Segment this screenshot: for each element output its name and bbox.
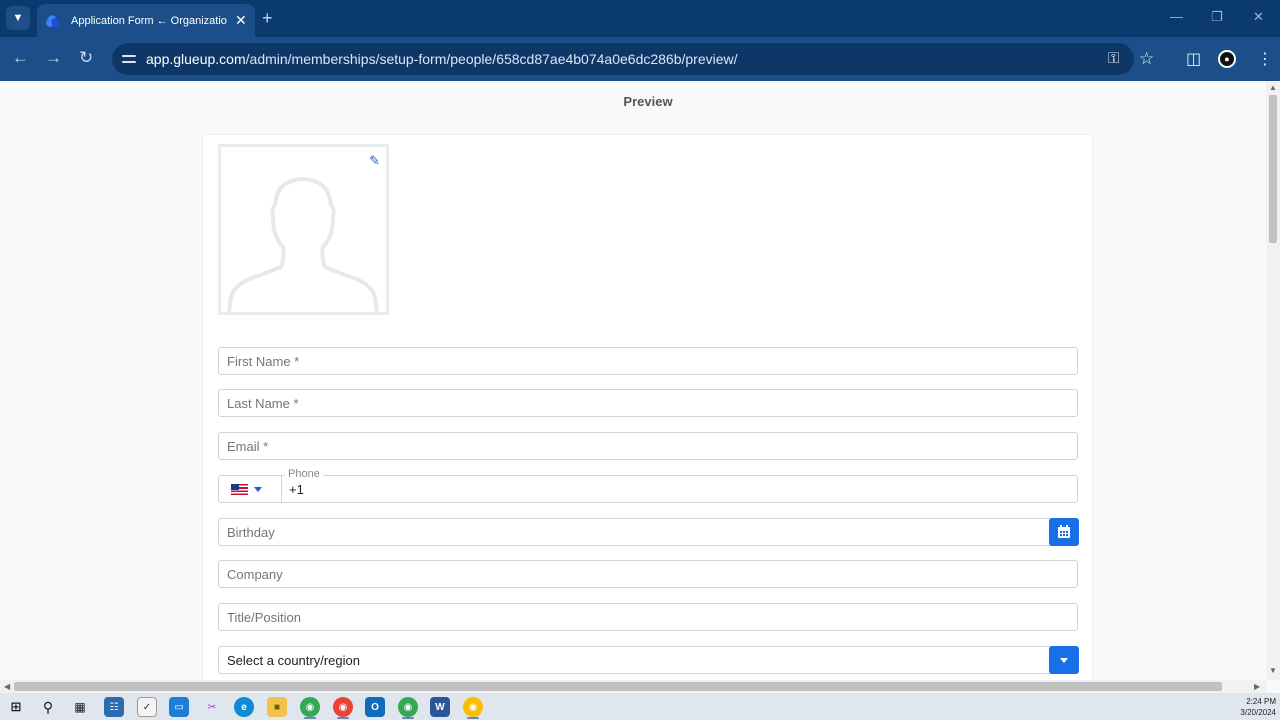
vertical-scroll-thumb[interactable] bbox=[1269, 95, 1277, 243]
glueup-favicon-icon bbox=[44, 13, 61, 29]
vertical-scrollbar[interactable]: ▲ ▼ bbox=[1266, 81, 1280, 680]
phone-input[interactable]: Phone +1 bbox=[218, 468, 1078, 503]
word-icon[interactable]: W bbox=[430, 697, 450, 717]
caret-down-icon bbox=[254, 486, 262, 492]
key-icon[interactable]: ⚿ bbox=[1108, 50, 1119, 67]
more-vertical-icon[interactable]: ⋮ bbox=[1257, 49, 1273, 69]
birthday-calendar-button[interactable] bbox=[1049, 518, 1079, 546]
phone-label: Phone bbox=[285, 468, 323, 480]
first-name-input[interactable]: First Name * bbox=[218, 347, 1078, 375]
caret-down-icon bbox=[1060, 657, 1068, 663]
scroll-down-icon[interactable]: ▼ bbox=[1269, 666, 1277, 675]
clock-time: 2:24 PM bbox=[1246, 697, 1276, 706]
calendar-icon bbox=[1058, 525, 1070, 538]
us-flag-icon bbox=[231, 483, 248, 495]
task-view-icon[interactable]: ▦ bbox=[70, 697, 90, 717]
country-dropdown-button[interactable] bbox=[1049, 646, 1079, 674]
country-region-value: Select a country/region bbox=[227, 653, 360, 668]
chrome-profile-icon[interactable]: ◉ bbox=[463, 697, 483, 717]
last-name-input[interactable]: Last Name * bbox=[218, 389, 1078, 417]
chrome-icon[interactable]: ◉ bbox=[333, 697, 353, 717]
close-icon[interactable]: ✕ bbox=[235, 12, 247, 29]
last-name-placeholder: Last Name * bbox=[227, 396, 299, 411]
title-position-input[interactable]: Title/Position bbox=[218, 603, 1078, 631]
arrow-right-icon[interactable]: → bbox=[45, 48, 62, 68]
company-placeholder: Company bbox=[227, 567, 283, 582]
side-panel-icon[interactable]: ◫ bbox=[1186, 49, 1201, 69]
horizontal-scroll-thumb[interactable] bbox=[14, 682, 1222, 691]
arrow-left-icon[interactable]: ← bbox=[12, 48, 29, 68]
minimize-icon[interactable]: — bbox=[1170, 9, 1183, 24]
running-indicator bbox=[337, 717, 349, 719]
scroll-up-icon[interactable]: ▲ bbox=[1269, 83, 1277, 92]
file-explorer-icon[interactable]: ■ bbox=[267, 697, 287, 717]
plus-icon[interactable]: + bbox=[262, 8, 273, 29]
calculator-icon[interactable]: ☷ bbox=[104, 697, 124, 717]
phone-value: +1 bbox=[289, 482, 304, 497]
address-bar[interactable]: app.glueup.com/admin/memberships/setup-f… bbox=[112, 43, 1154, 75]
chrome-profile-icon[interactable]: ◉ bbox=[398, 697, 418, 717]
birthday-input[interactable]: Birthday bbox=[218, 518, 1079, 546]
page-title: Preview bbox=[623, 94, 673, 109]
browser-tab-bar: ▼ Application Form ← Organization Settin… bbox=[0, 0, 1280, 37]
running-indicator bbox=[467, 717, 479, 719]
country-region-select[interactable]: Select a country/region bbox=[218, 646, 1079, 674]
browser-toolbar: ← → ↻ app.glueup.com/admin/memberships/s… bbox=[0, 37, 1280, 81]
company-input[interactable]: Company bbox=[218, 560, 1078, 588]
running-indicator bbox=[402, 717, 414, 719]
chevron-down-icon: ▼ bbox=[12, 12, 24, 24]
url-text: app.glueup.com/admin/memberships/setup-f… bbox=[146, 51, 738, 67]
snipping-tool-icon[interactable]: ✂ bbox=[202, 697, 222, 717]
first-name-placeholder: First Name * bbox=[227, 354, 300, 369]
clock-date: 3/20/2024 bbox=[1240, 708, 1276, 717]
phone-country-select[interactable] bbox=[219, 476, 282, 502]
title-position-placeholder: Title/Position bbox=[227, 610, 301, 625]
profile-photo-upload[interactable]: ✎ bbox=[218, 144, 389, 315]
system-clock[interactable]: 2:24 PM 3/20/2024 bbox=[1232, 696, 1276, 718]
windows-start-icon[interactable]: ⊞ bbox=[6, 697, 26, 717]
horizontal-scrollbar[interactable]: ◀ ▶ bbox=[0, 680, 1266, 693]
tab-search-button[interactable]: ▼ bbox=[6, 6, 30, 30]
star-icon[interactable]: ☆ bbox=[1139, 49, 1154, 69]
tab-title: Application Form ← Organization Settings bbox=[71, 14, 227, 27]
chrome-profile-icon[interactable]: ◉ bbox=[300, 697, 320, 717]
search-icon[interactable]: ⚲ bbox=[38, 697, 58, 717]
tune-icon[interactable] bbox=[122, 52, 136, 66]
edge-icon[interactable]: e bbox=[234, 697, 254, 717]
clock-app-icon[interactable]: ✓ bbox=[137, 697, 157, 717]
person-silhouette-icon bbox=[227, 177, 379, 313]
whiteboard-icon[interactable]: ▭ bbox=[169, 697, 189, 717]
scroll-right-icon[interactable]: ▶ bbox=[1254, 682, 1260, 691]
reload-icon[interactable]: ↻ bbox=[79, 48, 93, 68]
windows-taskbar: ⊞ ⚲ ▦ ☷ ✓ ▭ ✂ e ■ ◉ ◉ O ◉ W ◉ 2:24 PM 3/… bbox=[0, 693, 1280, 720]
profile-icon[interactable]: ● bbox=[1218, 50, 1236, 68]
page-viewport: Preview ✎ First Name * Last Name * Email… bbox=[0, 81, 1266, 680]
browser-tab-active[interactable]: Application Form ← Organization Settings… bbox=[37, 4, 255, 37]
email-placeholder: Email * bbox=[227, 439, 269, 454]
scroll-left-icon[interactable]: ◀ bbox=[4, 682, 10, 691]
restore-icon[interactable]: ❐ bbox=[1211, 9, 1223, 25]
application-form-card: ✎ First Name * Last Name * Email * Phone… bbox=[202, 134, 1093, 680]
running-indicator bbox=[304, 717, 316, 719]
outlook-icon[interactable]: O bbox=[365, 697, 385, 717]
window-close-icon[interactable]: ✕ bbox=[1253, 9, 1264, 25]
birthday-placeholder: Birthday bbox=[227, 525, 275, 540]
pencil-icon[interactable]: ✎ bbox=[369, 153, 380, 169]
email-input[interactable]: Email * bbox=[218, 432, 1078, 460]
